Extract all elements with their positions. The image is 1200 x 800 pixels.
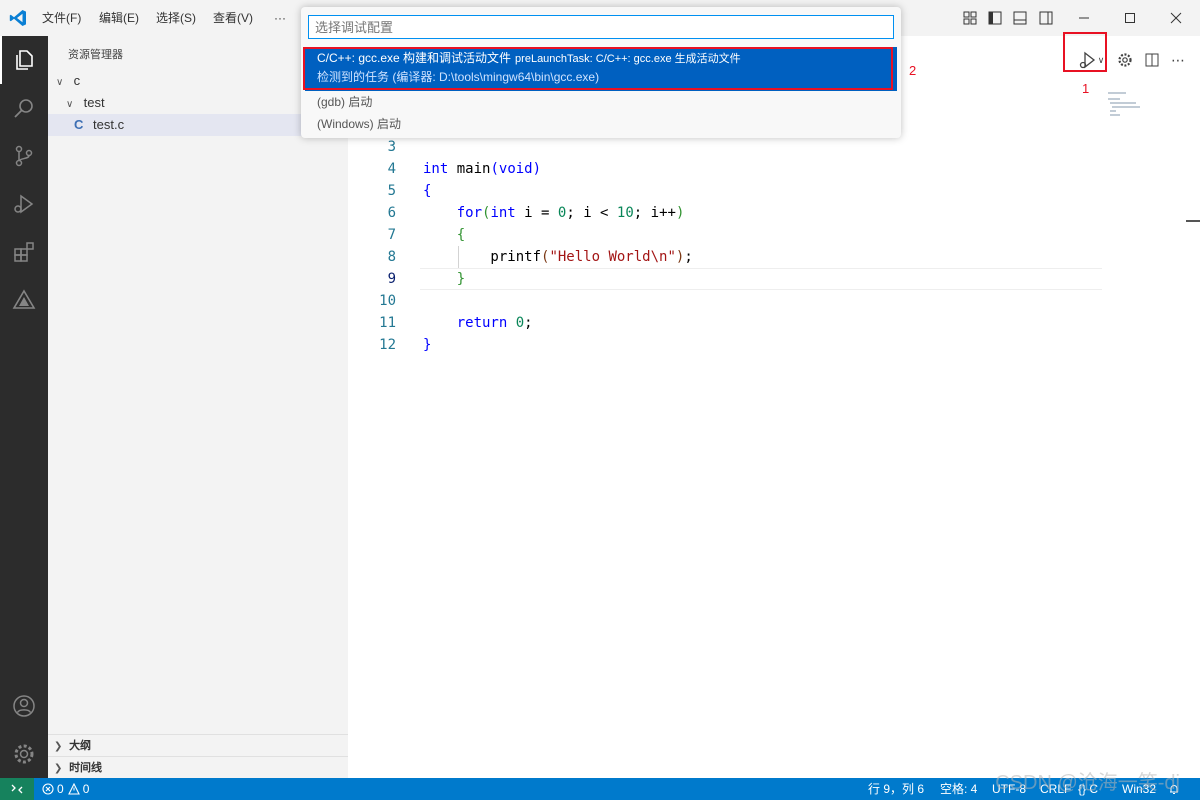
chevron-right-icon: ❯: [54, 741, 63, 752]
indentation-status[interactable]: 空格: 4: [940, 778, 977, 800]
toggle-sidebar-icon[interactable]: [985, 8, 1005, 28]
problems-status[interactable]: 0 0: [42, 778, 89, 800]
editor-area: ∨ ⋯ 3 4 int main(void) 5 { 6 for(int i =…: [348, 36, 1200, 778]
code-text: {: [456, 227, 466, 243]
section-outline-label: 大纲: [69, 740, 92, 752]
c-file-icon: C: [74, 117, 84, 132]
section-outline[interactable]: ❯ 大纲: [48, 734, 348, 757]
code-text: printf("Hello World\n");: [423, 249, 693, 265]
activity-bar: [0, 36, 48, 778]
line-number: 5: [387, 183, 396, 199]
extensions-icon[interactable]: [0, 228, 48, 276]
quick-pick-item-detail: 检测到的任务 (编译器: D:\tools\mingw64\bin\gcc.ex…: [317, 70, 600, 84]
debug-config-quick-pick: C/C++: gcc.exe 构建和调试活动文件preLaunchTask: C…: [301, 7, 901, 138]
warning-icon: [67, 783, 80, 795]
code-text: }: [423, 337, 432, 353]
quick-pick-item-gdb-launch[interactable]: (gdb) 启动: [305, 91, 897, 113]
indent-guide: [458, 246, 459, 268]
minimize-icon[interactable]: [1074, 8, 1094, 28]
line-number: 10: [379, 293, 396, 309]
maximize-icon[interactable]: [1120, 8, 1140, 28]
run-dropdown-chevron-icon[interactable]: ∨: [1096, 50, 1106, 70]
explorer-sidebar: 资源管理器 ∨ c ∨ test C test.c ❯ 大纲 ❯ 时间线: [48, 36, 348, 778]
line-number: 4: [387, 161, 396, 177]
menu-file[interactable]: 文件(F): [42, 0, 81, 36]
quick-pick-item-windows-launch[interactable]: (Windows) 启动: [305, 113, 897, 135]
settings-gear-icon[interactable]: [0, 730, 48, 778]
search-icon[interactable]: [0, 84, 48, 132]
line-number: 3: [387, 139, 396, 155]
tree-label: c: [73, 73, 81, 88]
vscode-logo-icon: [9, 10, 27, 26]
run-debug-icon[interactable]: [0, 180, 48, 228]
split-editor-icon[interactable]: [1142, 50, 1162, 70]
menu-edit[interactable]: 编辑(E): [99, 0, 139, 36]
code-text: for(int i = 0; i < 10; i++): [456, 205, 685, 221]
sidebar-title: 资源管理器: [68, 49, 123, 61]
cmake-icon[interactable]: [0, 276, 48, 324]
customize-layout-icon[interactable]: [960, 8, 980, 28]
chevron-right-icon: ❯: [54, 763, 63, 774]
cursor-position[interactable]: 行 9，列 6: [868, 778, 924, 800]
menu-more[interactable]: ···: [274, 0, 286, 36]
quick-pick-item-label: (Windows) 启动: [317, 117, 402, 131]
source-control-icon[interactable]: [0, 132, 48, 180]
quick-pick-item-label: C/C++: gcc.exe 构建和调试活动文件: [317, 51, 512, 65]
section-timeline[interactable]: ❯ 时间线: [48, 756, 348, 779]
chevron-down-icon: ∨: [66, 99, 74, 110]
quick-pick-item-gcc-build-debug[interactable]: C/C++: gcc.exe 构建和调试活动文件 preLaunchTask: C…: [305, 47, 897, 91]
tree-label: test: [83, 95, 105, 110]
annotation-label-2: 2: [909, 63, 917, 78]
watermark: CSDN @沧海一笑-dj: [995, 772, 1180, 794]
line-number: 11: [379, 315, 396, 331]
close-icon[interactable]: [1166, 8, 1186, 28]
settings-icon[interactable]: [1115, 50, 1135, 70]
menu-selection[interactable]: 选择(S): [156, 0, 196, 36]
current-line-highlight: [420, 268, 1102, 290]
chevron-down-icon: ∨: [56, 77, 64, 88]
account-icon[interactable]: [0, 682, 48, 730]
scrollbar-indicator[interactable]: [1186, 220, 1200, 222]
minimap[interactable]: [1106, 90, 1146, 120]
quick-pick-input[interactable]: [308, 15, 894, 39]
line-number: 12: [379, 337, 396, 353]
toggle-panel-icon[interactable]: [1010, 8, 1030, 28]
quick-pick-item-label: (gdb) 启动: [317, 95, 373, 109]
warning-count: 0: [82, 782, 90, 796]
line-number: 9: [387, 271, 396, 287]
code-text: return 0;: [456, 315, 533, 331]
code-text: }: [456, 271, 466, 287]
menu-view[interactable]: 查看(V): [213, 0, 253, 36]
explorer-icon[interactable]: [0, 36, 48, 84]
quick-pick-item-description: preLaunchTask: C/C++: gcc.exe 生成活动文件: [515, 53, 741, 65]
section-timeline-label: 时间线: [69, 762, 103, 774]
error-icon: [42, 783, 54, 795]
line-number: 6: [387, 205, 396, 221]
more-actions-icon[interactable]: ⋯: [1168, 50, 1188, 70]
code-text: {: [423, 183, 432, 199]
line-number: 7: [387, 227, 396, 243]
code-text: int main(void): [423, 161, 542, 177]
line-number: 8: [387, 249, 396, 265]
tree-label: test.c: [93, 117, 125, 132]
error-count: 0: [57, 782, 64, 796]
toggle-secondary-sidebar-icon[interactable]: [1036, 8, 1056, 28]
annotation-label-1: 1: [1082, 81, 1090, 96]
remote-indicator-icon[interactable]: [0, 778, 34, 800]
